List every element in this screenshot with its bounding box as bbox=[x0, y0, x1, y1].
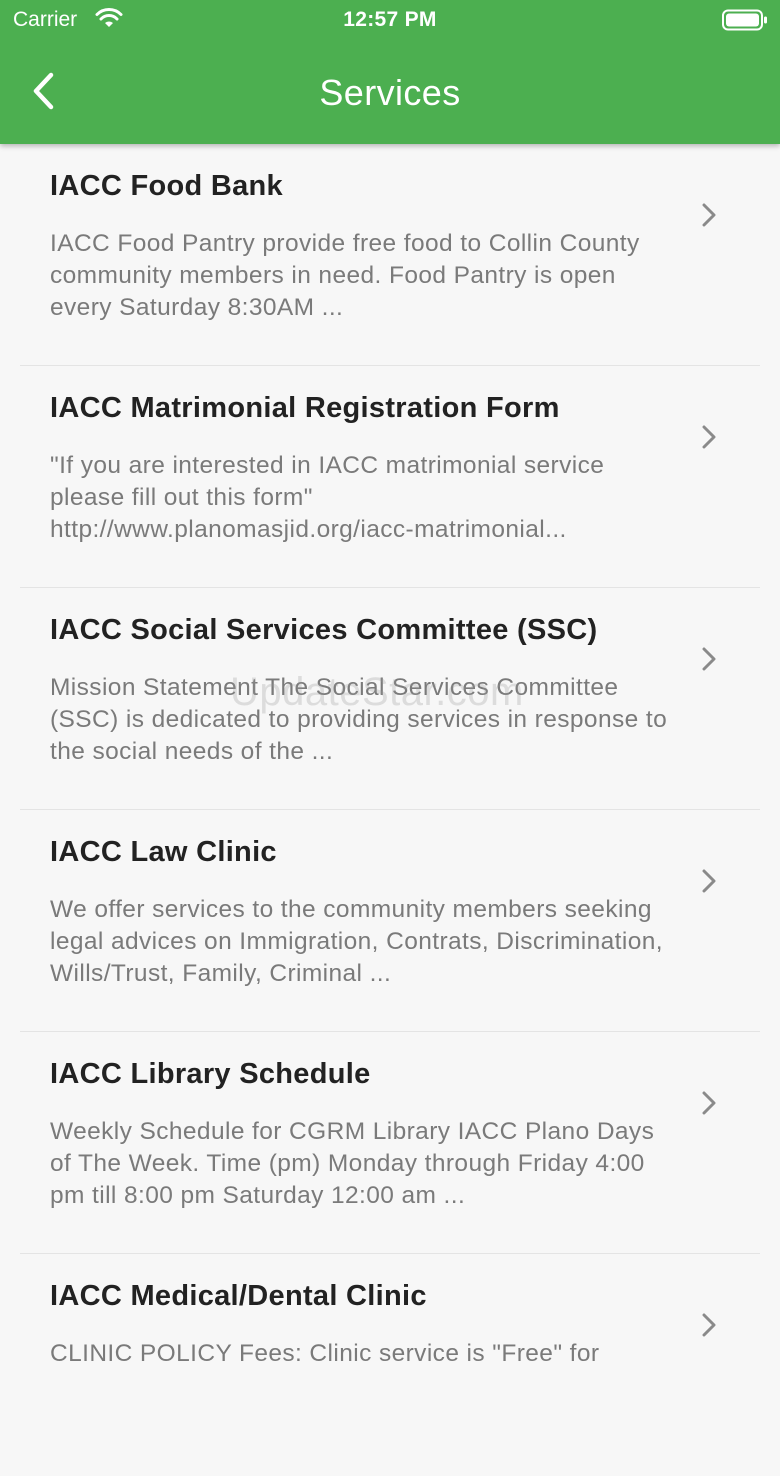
chevron-right-icon bbox=[702, 1313, 716, 1337]
service-title: IACC Food Bank bbox=[50, 170, 283, 202]
service-title: IACC Medical/Dental Clinic bbox=[50, 1280, 427, 1312]
app-header: Carrier 12:57 PM Services bbox=[0, 0, 780, 144]
service-item-matrimonial[interactable]: IACC Matrimonial Registration Form "If y… bbox=[0, 366, 780, 588]
service-title: IACC Library Schedule bbox=[50, 1058, 371, 1090]
service-description: We offer services to the community membe… bbox=[50, 896, 663, 987]
service-title: IACC Law Clinic bbox=[50, 836, 277, 868]
chevron-right-icon bbox=[702, 1091, 716, 1115]
service-item-library-schedule[interactable]: IACC Library Schedule Weekly Schedule fo… bbox=[0, 1032, 780, 1254]
battery-icon bbox=[722, 9, 767, 31]
chevron-right-icon bbox=[702, 203, 716, 227]
service-item-law-clinic[interactable]: IACC Law Clinic We offer services to the… bbox=[0, 810, 780, 1032]
status-time: 12:57 PM bbox=[343, 8, 437, 31]
chevron-right-icon bbox=[702, 425, 716, 449]
service-description: Mission Statement The Social Services Co… bbox=[50, 674, 668, 765]
service-description: IACC Food Pantry provide free food to Co… bbox=[50, 230, 640, 321]
services-list: IACC Food Bank IACC Food Pantry provide … bbox=[0, 144, 780, 1476]
service-description: Weekly Schedule for CGRM Library IACC Pl… bbox=[50, 1118, 655, 1209]
page-title: Services bbox=[319, 72, 461, 113]
chevron-right-icon bbox=[702, 869, 716, 893]
service-item-medical-dental[interactable]: IACC Medical/Dental Clinic CLINIC POLICY… bbox=[0, 1254, 780, 1476]
service-description: CLINIC POLICY Fees: Clinic service is "F… bbox=[50, 1340, 600, 1367]
nav-bar: Services bbox=[0, 40, 780, 144]
service-title: IACC Matrimonial Registration Form bbox=[50, 392, 560, 424]
service-item-food-bank[interactable]: IACC Food Bank IACC Food Pantry provide … bbox=[0, 144, 780, 366]
service-item-social-services[interactable]: IACC Social Services Committee (SSC) Mis… bbox=[0, 588, 780, 810]
status-bar: Carrier 12:57 PM bbox=[0, 0, 780, 40]
service-title: IACC Social Services Committee (SSC) bbox=[50, 614, 598, 646]
service-description: "If you are interested in IACC matrimoni… bbox=[50, 452, 605, 543]
chevron-right-icon bbox=[702, 647, 716, 671]
